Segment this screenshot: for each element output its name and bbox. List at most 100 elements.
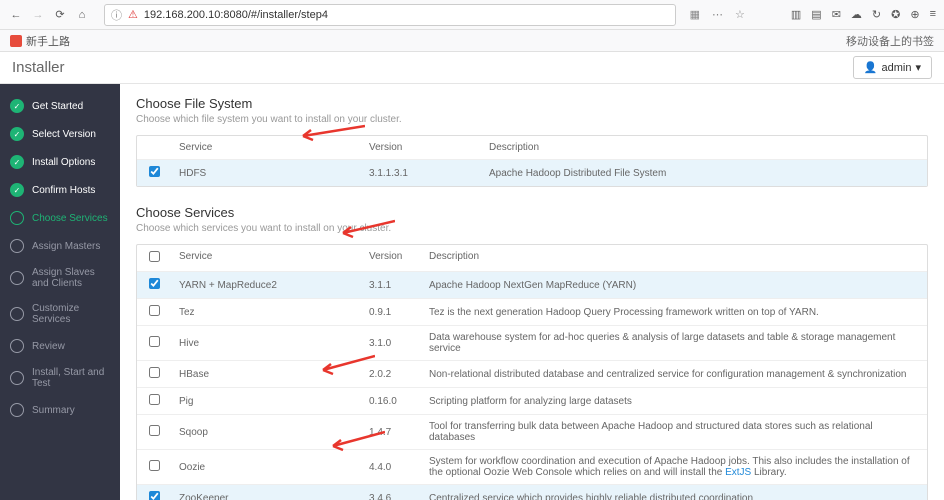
- service-checkbox[interactable]: [149, 491, 160, 500]
- step-label: Choose Services: [32, 213, 108, 224]
- service-desc: System for workflow coordination and exe…: [429, 456, 915, 478]
- reload-icon[interactable]: ⟳: [52, 7, 68, 23]
- step-icon: ✓: [10, 183, 24, 197]
- service-desc: Centralized service which provides highl…: [429, 493, 915, 500]
- service-name: Sqoop: [179, 427, 369, 438]
- wizard-sidebar: ✓Get Started✓Select Version✓Install Opti…: [0, 84, 120, 500]
- step-icon: [10, 339, 24, 353]
- extjs-link[interactable]: ExtJS: [725, 467, 751, 478]
- security-icon: ⚠: [128, 8, 138, 21]
- step-label: Install Options: [32, 157, 95, 168]
- bookmark-icon[interactable]: ☆: [735, 8, 745, 21]
- user-menu[interactable]: 👤 admin ▾: [853, 56, 932, 79]
- sidebar-step-2[interactable]: ✓Install Options: [0, 148, 120, 176]
- service-checkbox[interactable]: [149, 460, 160, 471]
- service-version: 2.0.2: [369, 369, 429, 380]
- service-desc: Tool for transferring bulk data between …: [429, 421, 915, 443]
- bookmark-label: 新手上路: [26, 33, 70, 49]
- sidebar-step-3[interactable]: ✓ Confirm Hosts: [0, 176, 120, 204]
- step-label: Select Version: [32, 129, 96, 140]
- service-row[interactable]: HBase2.0.2Non-relational distributed dat…: [137, 360, 927, 387]
- service-version: 1.4.7: [369, 427, 429, 438]
- step-icon: [10, 211, 24, 225]
- service-version: 0.16.0: [369, 396, 429, 407]
- service-checkbox[interactable]: [149, 278, 160, 289]
- sidebar-step-1[interactable]: ✓Select Version: [0, 120, 120, 148]
- sidebar-step-5[interactable]: Assign Masters: [0, 232, 120, 260]
- globe-icon[interactable]: ⊕: [910, 8, 919, 21]
- service-checkbox[interactable]: [149, 336, 160, 347]
- service-row[interactable]: ZooKeeper3.4.6Centralized service which …: [137, 484, 927, 500]
- fs-table-header: Service Version Description: [137, 136, 927, 159]
- select-all-checkbox[interactable]: [149, 251, 160, 262]
- service-desc: Apache Hadoop NextGen MapReduce (YARN): [429, 280, 915, 291]
- scan-icon[interactable]: ▦: [690, 8, 700, 21]
- chevron-down-icon: ▾: [915, 61, 921, 74]
- step-icon: [10, 307, 24, 321]
- app-header: Installer 👤 admin ▾: [0, 52, 944, 84]
- step-label: Install, Start and Test: [32, 367, 110, 389]
- service-checkbox[interactable]: [149, 394, 160, 405]
- service-row[interactable]: Hive3.1.0Data warehouse system for ad-ho…: [137, 325, 927, 360]
- services-title: Choose Services: [136, 205, 928, 220]
- sidebar-step-8[interactable]: Review: [0, 332, 120, 360]
- service-row[interactable]: Oozie4.4.0System for workflow coordinati…: [137, 449, 927, 484]
- step-label: Assign Masters: [32, 241, 100, 252]
- step-icon: [10, 239, 24, 253]
- step-icon: [10, 271, 24, 285]
- more-icon[interactable]: ⋯: [712, 8, 723, 21]
- url-text: 192.168.200.10:8080/#/installer/step4: [144, 9, 328, 21]
- service-checkbox[interactable]: [149, 305, 160, 316]
- step-label: Review: [32, 341, 65, 352]
- library-icon[interactable]: ▤: [811, 8, 821, 21]
- bookmark-item[interactable]: 新手上路: [10, 33, 70, 49]
- service-name: ZooKeeper: [179, 493, 369, 500]
- service-version: 3.1.1: [369, 280, 429, 291]
- content-area: Choose File System Choose which file sys…: [120, 84, 944, 500]
- sidebar-icon[interactable]: ▥: [791, 8, 801, 21]
- col-service: Service: [179, 251, 369, 265]
- sidebar-step-9[interactable]: Install, Start and Test: [0, 360, 120, 396]
- fs-row[interactable]: HDFS3.1.1.3.1Apache Hadoop Distributed F…: [137, 159, 927, 186]
- bookmark-right[interactable]: 移动设备上的书签: [846, 33, 934, 49]
- user-icon: 👤: [864, 61, 878, 74]
- service-version: 0.9.1: [369, 307, 429, 318]
- fs-desc: Apache Hadoop Distributed File System: [489, 168, 915, 179]
- sidebar-step-10[interactable]: Summary: [0, 396, 120, 424]
- extension-icon[interactable]: ✪: [891, 8, 900, 21]
- service-row[interactable]: YARN + MapReduce23.1.1Apache Hadoop Next…: [137, 271, 927, 298]
- service-name: HBase: [179, 369, 369, 380]
- service-checkbox[interactable]: [149, 425, 160, 436]
- browser-toolbar: ← → ⟳ ⌂ ⓘ ⚠ 192.168.200.10:8080/#/instal…: [0, 0, 944, 30]
- bookmark-bar: 新手上路 移动设备上的书签: [0, 30, 944, 52]
- forward-icon[interactable]: →: [30, 7, 46, 23]
- user-label: admin: [882, 62, 912, 74]
- col-description: Description: [489, 142, 915, 153]
- step-label: Confirm Hosts: [32, 185, 95, 196]
- svc-table-header: Service Version Description: [137, 245, 927, 271]
- service-desc: Scripting platform for analyzing large d…: [429, 396, 915, 407]
- refresh2-icon[interactable]: ↻: [872, 8, 881, 21]
- service-version: 4.4.0: [369, 462, 429, 473]
- url-bar[interactable]: ⓘ ⚠ 192.168.200.10:8080/#/installer/step…: [104, 4, 676, 26]
- step-icon: [10, 371, 24, 385]
- back-icon[interactable]: ←: [8, 7, 24, 23]
- service-checkbox[interactable]: [149, 367, 160, 378]
- chat-icon[interactable]: ✉: [832, 8, 841, 21]
- fs-checkbox[interactable]: [149, 166, 160, 177]
- service-row[interactable]: Sqoop1.4.7Tool for transferring bulk dat…: [137, 414, 927, 449]
- service-name: Oozie: [179, 462, 369, 473]
- filesystem-table: Service Version Description HDFS3.1.1.3.…: [136, 135, 928, 187]
- sidebar-step-7[interactable]: Customize Services: [0, 296, 120, 332]
- menu-icon[interactable]: ≡: [930, 8, 936, 21]
- browser-right-icons: ▥ ▤ ✉ ☁ ↻ ✪ ⊕ ≡: [791, 8, 936, 21]
- service-row[interactable]: Tez0.9.1Tez is the next generation Hadoo…: [137, 298, 927, 325]
- col-version: Version: [369, 142, 489, 153]
- service-desc: Data warehouse system for ad-hoc queries…: [429, 332, 915, 354]
- sidebar-step-4[interactable]: Choose Services: [0, 204, 120, 232]
- sidebar-step-6[interactable]: Assign Slaves and Clients: [0, 260, 120, 296]
- service-row[interactable]: Pig0.16.0Scripting platform for analyzin…: [137, 387, 927, 414]
- bubble-icon[interactable]: ☁: [851, 8, 862, 21]
- home-icon[interactable]: ⌂: [74, 7, 90, 23]
- sidebar-step-0[interactable]: ✓Get Started: [0, 92, 120, 120]
